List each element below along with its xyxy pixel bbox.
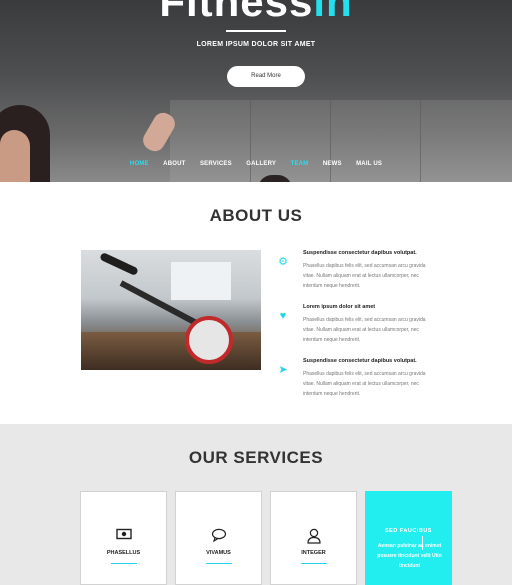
gym-bike-image <box>81 250 261 370</box>
main-nav: HOME ABOUT SERVICES GALLERY TEAM NEWS MA… <box>0 152 512 170</box>
user-icon <box>271 528 356 547</box>
heart-icon: ♥ <box>279 310 287 322</box>
nav-item-services[interactable]: SERVICES <box>200 161 232 167</box>
about-title: ABOUT US <box>209 206 303 225</box>
feature-text: Phasellus dapibus felis elit, sed accums… <box>303 371 426 397</box>
services-title: OUR SERVICES <box>188 448 324 467</box>
highlight-card-title: SED FAUCIBUS <box>385 528 432 534</box>
hero-title-accent: in <box>313 0 353 25</box>
service-card-underline <box>111 563 137 564</box>
image-bike-flywheel <box>185 316 233 364</box>
service-card-sed-faucibus[interactable]: SED FAUCIBUS Aenean pulvinar ac enimet p… <box>365 491 452 585</box>
nav-item-team[interactable]: TEAM <box>291 161 309 167</box>
feature-heading: Suspendisse consectetur dapibus volutpat… <box>303 358 417 364</box>
service-card-vivamus[interactable]: VIVAMUS <box>175 491 262 585</box>
feature-text: Phasellus dapibus felis elit, sed accums… <box>303 317 426 343</box>
feature-text: Phasellus dapibus felis elit, sed accums… <box>303 263 426 289</box>
chat-bubble-icon <box>176 528 261 545</box>
paper-plane-icon: ➤ <box>278 364 288 376</box>
nav-item-news[interactable]: NEWS <box>323 161 342 167</box>
image-window <box>171 262 231 300</box>
highlight-card-text: Aenean pulvinar ac enimet posuere tincid… <box>377 543 442 569</box>
nav-item-about[interactable]: ABOUT <box>163 161 185 167</box>
hero-banner: Fitnessin LOREM IPSUM DOLOR SIT AMET Rea… <box>0 0 512 182</box>
nav-item-mail-us[interactable]: MAIL US <box>356 161 382 167</box>
image-bike-seat <box>99 251 139 277</box>
hero-title: Fitnessin <box>0 0 512 26</box>
service-card-label: VIVAMUS <box>206 550 231 556</box>
nav-item-gallery[interactable]: GALLERY <box>246 161 276 167</box>
image-floor <box>81 332 261 370</box>
service-card-underline <box>206 563 232 564</box>
service-card-underline <box>301 563 327 564</box>
money-icon <box>81 528 166 543</box>
service-card-integer[interactable]: INTEGER <box>270 491 357 585</box>
feature-heading: Lorem ipsum dolor sit amet <box>303 304 376 310</box>
read-more-button[interactable]: Read More <box>227 66 305 87</box>
gear-icon: ⚙ <box>278 256 288 268</box>
service-card-phasellus[interactable]: PHASELLUS <box>80 491 167 585</box>
service-card-label: PHASELLUS <box>106 550 141 556</box>
hero-subtitle: LOREM IPSUM DOLOR SIT AMET <box>196 41 316 48</box>
feature-heading: Suspendisse consectetur dapibus volutpat… <box>303 250 417 256</box>
nav-item-home[interactable]: HOME <box>130 161 149 167</box>
service-card-label: INTEGER <box>301 550 326 556</box>
text-cursor <box>422 536 423 550</box>
hero-title-main: Fitness <box>159 0 314 25</box>
hero-divider <box>226 30 286 32</box>
